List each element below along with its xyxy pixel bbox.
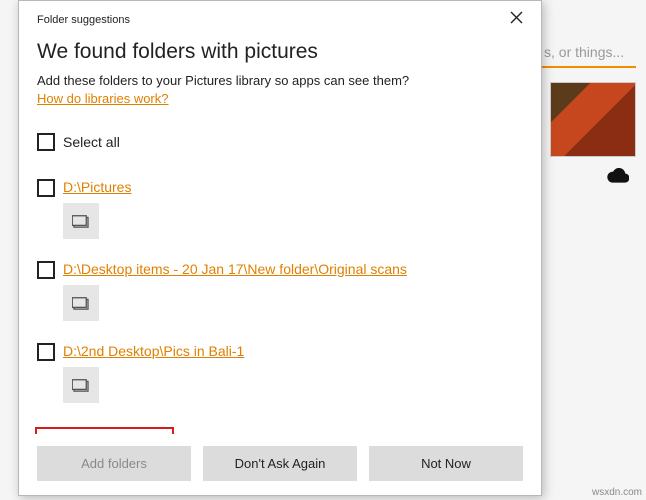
- watermark: wsxdn.com: [592, 487, 642, 498]
- folder-list: Select all D:\Pictures D:\Desktop items …: [37, 133, 523, 434]
- photo-thumbnail[interactable]: [550, 82, 636, 157]
- select-all-checkbox[interactable]: [37, 133, 55, 151]
- dialog-titlebar: Folder suggestions: [19, 1, 541, 32]
- dialog-heading: We found folders with pictures: [37, 40, 523, 64]
- close-icon[interactable]: [504, 9, 529, 30]
- dont-ask-again-button[interactable]: Don't Ask Again: [203, 446, 357, 481]
- folder-item: D:\Desktop items - 20 Jan 17\New folder\…: [37, 261, 523, 321]
- add-folders-button[interactable]: Add folders: [37, 446, 191, 481]
- dialog-subtitle: Add these folders to your Pictures libra…: [37, 73, 523, 88]
- folder-checkbox[interactable]: [37, 261, 55, 279]
- search-input-fragment[interactable]: s, or things...: [536, 38, 636, 68]
- folder-preview: [63, 203, 99, 239]
- folder-item: D:\2nd Desktop\Pics in Bali-1: [37, 343, 523, 403]
- select-all-row[interactable]: Select all: [37, 133, 523, 151]
- pictures-icon: [72, 296, 90, 310]
- folder-checkbox[interactable]: [37, 179, 55, 197]
- help-link[interactable]: How do libraries work?: [37, 91, 169, 106]
- folder-path-link[interactable]: D:\2nd Desktop\Pics in Bali-1: [63, 343, 244, 359]
- pictures-icon: [72, 378, 90, 392]
- dialog-content: We found folders with pictures Add these…: [19, 32, 541, 434]
- select-all-label: Select all: [63, 134, 120, 150]
- folder-item: D:\Pictures: [37, 179, 523, 239]
- folder-path-link[interactable]: D:\Pictures: [63, 179, 131, 195]
- folder-preview: [63, 367, 99, 403]
- pictures-icon: [72, 214, 90, 228]
- add-another-folder-button[interactable]: Add another folder: [35, 427, 174, 434]
- dialog-title: Folder suggestions: [37, 14, 130, 26]
- dialog-button-row: Add folders Don't Ask Again Not Now: [19, 434, 541, 495]
- folder-path-link[interactable]: D:\Desktop items - 20 Jan 17\New folder\…: [63, 261, 407, 277]
- folder-preview: [63, 285, 99, 321]
- not-now-button[interactable]: Not Now: [369, 446, 523, 481]
- onedrive-icon: [607, 168, 629, 182]
- folder-suggestions-dialog: Folder suggestions We found folders with…: [18, 0, 542, 496]
- folder-checkbox[interactable]: [37, 343, 55, 361]
